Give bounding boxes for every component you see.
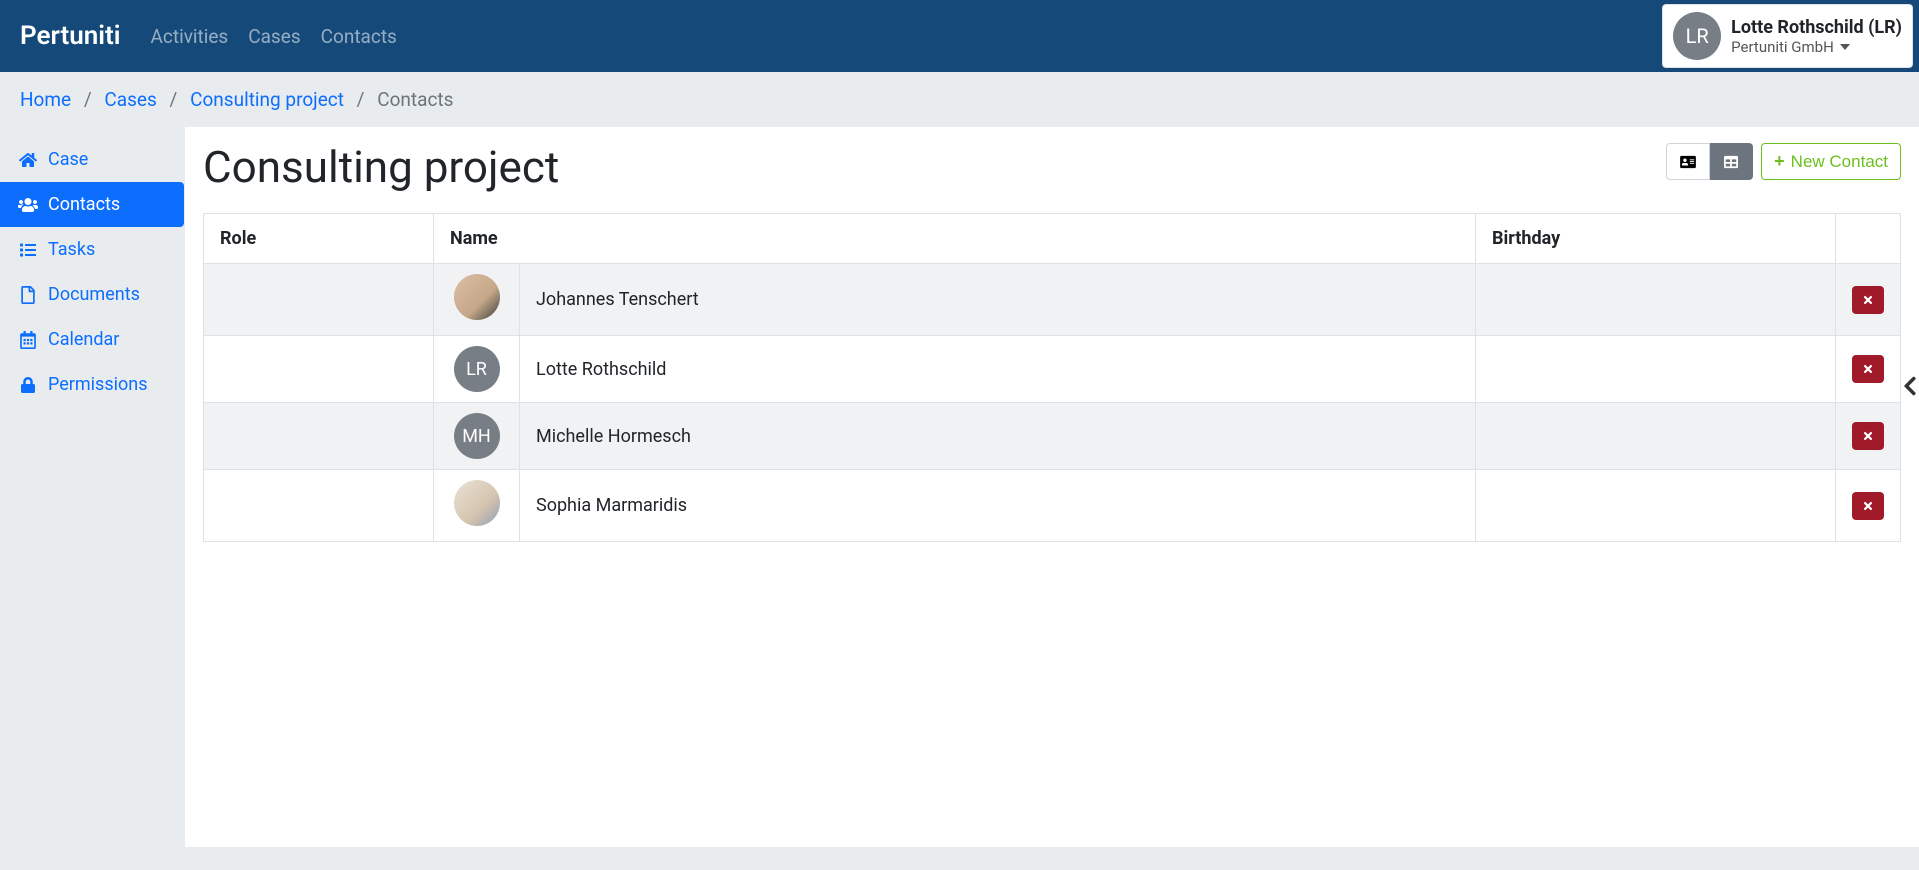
user-org: Pertuniti GmbH: [1731, 38, 1902, 56]
breadcrumb-cases[interactable]: Cases: [104, 88, 156, 111]
breadcrumb-home[interactable]: Home: [20, 88, 71, 111]
sidebar-item-label: Permissions: [48, 374, 148, 395]
sidebar-item-tasks[interactable]: Tasks: [0, 227, 184, 272]
col-birthday-header[interactable]: Birthday: [1476, 214, 1836, 264]
cell-name[interactable]: Michelle Hormesch: [520, 403, 1476, 470]
delete-button[interactable]: [1852, 492, 1884, 520]
cell-name[interactable]: Sophia Marmaridis: [520, 470, 1476, 542]
new-contact-button[interactable]: + New Contact: [1761, 143, 1901, 180]
calendar-icon: [18, 331, 38, 349]
cell-birthday: [1476, 403, 1836, 470]
avatar: [454, 274, 500, 320]
cell-birthday: [1476, 470, 1836, 542]
content: Consulting project +: [184, 127, 1919, 847]
close-icon: [1862, 430, 1874, 442]
sidebar-item-label: Case: [48, 149, 88, 170]
cell-avatar: [434, 264, 520, 336]
delete-button[interactable]: [1852, 422, 1884, 450]
breadcrumb: Home / Cases / Consulting project / Cont…: [0, 72, 1919, 127]
close-icon: [1862, 363, 1874, 375]
chevron-left-icon: [1903, 375, 1917, 397]
cell-avatar: MH: [434, 403, 520, 470]
avatar: LR: [454, 346, 500, 392]
lock-icon: [18, 376, 38, 394]
close-icon: [1862, 294, 1874, 306]
plus-icon: +: [1774, 151, 1785, 172]
close-icon: [1862, 500, 1874, 512]
content-header: Consulting project +: [203, 137, 1901, 193]
sidebar-item-label: Calendar: [48, 329, 119, 350]
cell-actions: [1836, 336, 1901, 403]
col-role-header[interactable]: Role: [204, 214, 434, 264]
sidebar-item-calendar[interactable]: Calendar: [0, 317, 184, 362]
breadcrumb-separator: /: [84, 88, 92, 111]
header-actions: + New Contact: [1666, 137, 1901, 180]
cell-actions: [1836, 470, 1901, 542]
cell-role: [204, 264, 434, 336]
user-org-label: Pertuniti GmbH: [1731, 38, 1834, 56]
nav-activities[interactable]: Activities: [151, 25, 229, 48]
sidebar-item-contacts[interactable]: Contacts: [0, 182, 184, 227]
collapse-panel-button[interactable]: [1903, 375, 1917, 397]
view-table-button[interactable]: [1710, 143, 1753, 180]
file-icon: [18, 286, 38, 304]
sidebar-item-permissions[interactable]: Permissions: [0, 362, 184, 407]
table-row: LR Lotte Rothschild: [204, 336, 1901, 403]
sidebar-item-label: Documents: [48, 284, 140, 305]
table-row: MH Michelle Hormesch: [204, 403, 1901, 470]
user-text: Lotte Rothschild (LR) Pertuniti GmbH: [1731, 17, 1902, 56]
cell-avatar: LR: [434, 336, 520, 403]
col-name-header[interactable]: Name: [434, 214, 1476, 264]
cell-actions: [1836, 264, 1901, 336]
new-contact-label: New Contact: [1791, 152, 1888, 172]
home-icon: [18, 152, 38, 168]
main: Case Contacts Tasks Documents Calendar: [0, 127, 1919, 847]
cell-birthday: [1476, 264, 1836, 336]
avatar: MH: [454, 413, 500, 459]
breadcrumb-separator: /: [170, 88, 178, 111]
sidebar: Case Contacts Tasks Documents Calendar: [0, 127, 184, 847]
breadcrumb-current: Contacts: [377, 88, 453, 111]
delete-button[interactable]: [1852, 286, 1884, 314]
delete-button[interactable]: [1852, 355, 1884, 383]
cell-name[interactable]: Johannes Tenschert: [520, 264, 1476, 336]
page-title: Consulting project: [203, 141, 559, 193]
user-menu[interactable]: LR Lotte Rothschild (LR) Pertuniti GmbH: [1662, 4, 1913, 68]
avatar: LR: [1673, 12, 1721, 60]
sidebar-item-documents[interactable]: Documents: [0, 272, 184, 317]
chevron-down-icon: [1840, 44, 1850, 50]
navbar-links: Activities Cases Contacts: [151, 25, 397, 48]
nav-cases[interactable]: Cases: [248, 25, 300, 48]
sidebar-item-case[interactable]: Case: [0, 137, 184, 182]
cell-role: [204, 403, 434, 470]
sidebar-item-label: Contacts: [48, 194, 120, 215]
brand-logo[interactable]: Pertuniti: [20, 21, 121, 51]
view-cards-button[interactable]: [1666, 143, 1710, 180]
table-header-row: Role Name Birthday: [204, 214, 1901, 264]
users-icon: [18, 197, 38, 213]
user-name: Lotte Rothschild (LR): [1731, 17, 1902, 38]
list-icon: [18, 242, 38, 258]
table-row: Johannes Tenschert: [204, 264, 1901, 336]
col-actions-header: [1836, 214, 1901, 264]
breadcrumb-separator: /: [357, 88, 365, 111]
cell-avatar: [434, 470, 520, 542]
view-toggle-group: [1666, 143, 1753, 180]
navbar: Pertuniti Activities Cases Contacts LR L…: [0, 0, 1919, 72]
avatar: [454, 480, 500, 526]
cell-birthday: [1476, 336, 1836, 403]
breadcrumb-project[interactable]: Consulting project: [190, 88, 344, 111]
contacts-table: Role Name Birthday Johannes Tenschert: [203, 213, 1901, 542]
cell-role: [204, 470, 434, 542]
table-icon: [1722, 155, 1740, 169]
cell-role: [204, 336, 434, 403]
nav-contacts[interactable]: Contacts: [321, 25, 397, 48]
cell-actions: [1836, 403, 1901, 470]
table-row: Sophia Marmaridis: [204, 470, 1901, 542]
id-card-icon: [1679, 155, 1697, 169]
sidebar-item-label: Tasks: [48, 239, 95, 260]
cell-name[interactable]: Lotte Rothschild: [520, 336, 1476, 403]
